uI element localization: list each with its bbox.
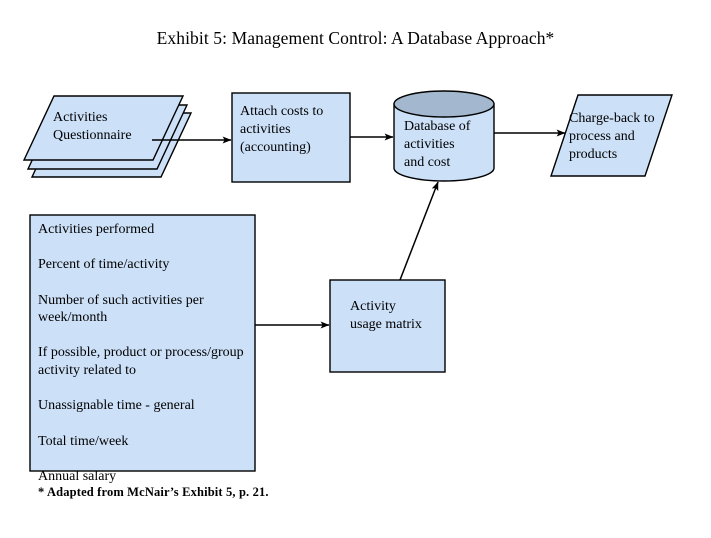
questionnaire-list-item: If possible, product or process/group ac… — [38, 345, 244, 378]
cylinder-top — [393, 90, 495, 118]
questionnaire-stack-label: Activities Questionnaire — [53, 110, 132, 143]
attach-costs-label: Attach costs to activities (accounting) — [240, 104, 324, 155]
questionnaire-list-item: Unassignable time - general — [38, 398, 195, 414]
questionnaire-list-item: Percent of time/activity — [38, 257, 170, 273]
page-title: Exhibit 5: Management Control: A Databas… — [156, 28, 555, 48]
exhibit-diagram: Exhibit 5: Management Control: A Databas… — [0, 0, 711, 538]
questionnaire-list-item: Total time/week — [38, 433, 129, 449]
questionnaire-list-item: Activities performed — [38, 222, 155, 237]
questionnaire-list-item: Annual salary — [38, 468, 117, 484]
connector-matrix-to-database — [399, 181, 439, 281]
questionnaire-list-item: Number of such activities per week/month — [38, 292, 204, 326]
activity-usage-matrix-label: Activity usage matrix — [350, 299, 422, 332]
questionnaire-contents-list: Activities performed Percent of time/acti… — [38, 221, 250, 485]
database-label: Database of activities and cost — [404, 119, 471, 170]
footnote: * Adapted from McNair’s Exhibit 5, p. 21… — [38, 485, 269, 499]
charge-back-label: Charge-back to process and products — [569, 111, 655, 162]
